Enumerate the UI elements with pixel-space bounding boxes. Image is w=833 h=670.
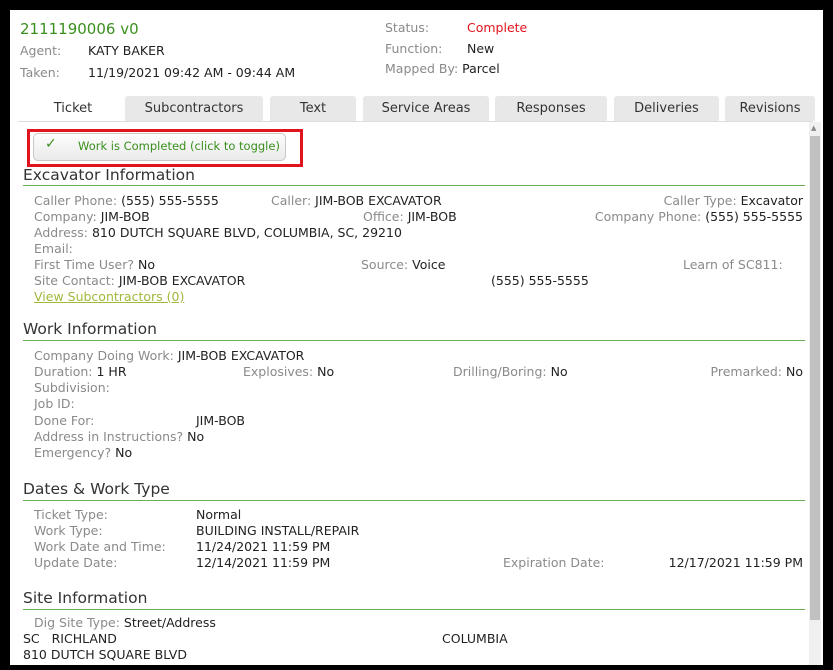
view-subcontractors-link[interactable]: View Subcontractors (0) [34, 289, 184, 304]
highlight-box [27, 129, 303, 167]
emergency-label: Emergency? [34, 445, 112, 460]
site-contact-value: JIM-BOB EXCAVATOR [118, 273, 246, 288]
vertical-scrollbar[interactable]: ▲ [809, 122, 821, 665]
emergency-value: No [115, 445, 133, 460]
work-date-value: 11/24/2021 11:59 PM [196, 539, 331, 554]
mapped-label: Mapped By: [385, 61, 459, 76]
site-city: COLUMBIA [442, 631, 508, 646]
caller-value: JIM-BOB EXCAVATOR [315, 193, 442, 208]
site-section-title: Site Information [23, 589, 148, 607]
done-for-label: Done For: [34, 413, 95, 428]
premarked-value: No [786, 364, 803, 379]
company-value: JIM-BOB [100, 209, 150, 224]
premarked-label: Premarked: [710, 364, 783, 379]
dates-section-title: Dates & Work Type [23, 480, 170, 498]
source-label: Source: [361, 257, 409, 272]
work-date-label: Work Date and Time: [34, 539, 166, 554]
scroll-up-icon[interactable]: ▲ [811, 124, 816, 132]
ticket-window: 2111190006 v0 Agent: KATY BAKER Taken: 1… [10, 10, 823, 665]
duration-label: Duration: [34, 364, 93, 379]
subdivision-label: Subdivision: [34, 380, 110, 395]
ticket-content: ✓ Work is Completed (click to toggle) Ex… [18, 122, 805, 665]
ticket-number: 2111190006 v0 [20, 20, 139, 38]
tab-revisions[interactable]: Revisions [725, 96, 815, 121]
section-divider [23, 609, 805, 610]
drilling-value: No [550, 364, 568, 379]
ticket-type-label: Ticket Type: [34, 507, 108, 522]
office-value: JIM-BOB [407, 209, 457, 224]
function-value: New [467, 41, 495, 56]
caller-phone-value: (555) 555-5555 [121, 193, 219, 208]
caller-type-label: Caller Type: [663, 193, 737, 208]
tab-subcontractors[interactable]: Subcontractors [125, 96, 263, 121]
site-county: RICHLAND [51, 631, 117, 646]
taken-value: 11/19/2021 09:42 AM - 09:44 AM [88, 65, 296, 80]
site-state: SC [23, 631, 40, 646]
function-label: Function: [385, 41, 443, 56]
site-contact-phone: (555) 555-5555 [491, 273, 589, 288]
job-id-label: Job ID: [34, 396, 75, 411]
section-divider [23, 340, 805, 341]
site-street: 810 DUTCH SQUARE BLVD [23, 647, 187, 662]
company-doing-value: JIM-BOB EXCAVATOR [177, 348, 305, 363]
work-section-title: Work Information [23, 320, 157, 338]
source-value: Voice [412, 257, 446, 272]
expiration-date-label: Expiration Date: [503, 555, 605, 570]
caller-type-value: Excavator [740, 193, 803, 208]
work-type-label: Work Type: [34, 523, 103, 538]
work-type-value: BUILDING INSTALL/REPAIR [196, 523, 360, 538]
company-phone-value: (555) 555-5555 [705, 209, 803, 224]
caller-phone-label: Caller Phone: [34, 193, 118, 208]
mapped-value: Parcel [462, 61, 500, 76]
address-label: Address: [34, 225, 88, 240]
email-label: Email: [34, 241, 73, 256]
explosives-label: Explosives: [243, 364, 314, 379]
company-phone-label: Company Phone: [594, 209, 702, 224]
update-date-label: Update Date: [34, 555, 118, 570]
caller-label: Caller: [271, 193, 312, 208]
address-value: 810 DUTCH SQUARE BLVD, COLUMBIA, SC, 292… [91, 225, 402, 240]
office-label: Office: [363, 209, 404, 224]
tab-ticket[interactable]: Ticket [28, 96, 118, 121]
tab-deliveries[interactable]: Deliveries [614, 96, 719, 121]
first-time-label: First Time User? [34, 257, 134, 272]
company-label: Company: [34, 209, 97, 224]
address-instructions-value: No [187, 429, 205, 444]
status-value: Complete [467, 20, 528, 35]
agent-label: Agent: [20, 43, 62, 58]
duration-value: 1 HR [96, 364, 127, 379]
company-doing-label: Company Doing Work: [34, 348, 174, 363]
drilling-label: Drilling/Boring: [453, 364, 547, 379]
scrollbar-thumb[interactable] [810, 136, 820, 620]
tab-text[interactable]: Text [270, 96, 356, 121]
status-label: Status: [385, 20, 430, 35]
tab-service-areas[interactable]: Service Areas [363, 96, 489, 121]
ticket-type-value: Normal [196, 507, 242, 522]
dig-site-value: Street/Address [123, 615, 216, 630]
dig-site-label: Dig Site Type: [34, 615, 120, 630]
section-divider [23, 185, 805, 186]
tab-responses[interactable]: Responses [495, 96, 607, 121]
expiration-date-value: 12/17/2021 11:59 PM [668, 555, 803, 570]
done-for-value: JIM-BOB [196, 413, 245, 428]
agent-value: KATY BAKER [88, 43, 165, 58]
excavator-section-title: Excavator Information [23, 166, 195, 184]
ticket-header: 2111190006 v0 Agent: KATY BAKER Taken: 1… [10, 10, 823, 90]
address-instructions-label: Address in Instructions? [34, 429, 184, 444]
explosives-value: No [317, 364, 335, 379]
learn-label: Learn of SC811: [683, 257, 783, 272]
taken-label: Taken: [20, 65, 60, 80]
site-contact-label: Site Contact: [34, 273, 115, 288]
section-divider [23, 500, 805, 501]
first-time-value: No [137, 257, 155, 272]
update-date-value: 12/14/2021 11:59 PM [196, 555, 331, 570]
